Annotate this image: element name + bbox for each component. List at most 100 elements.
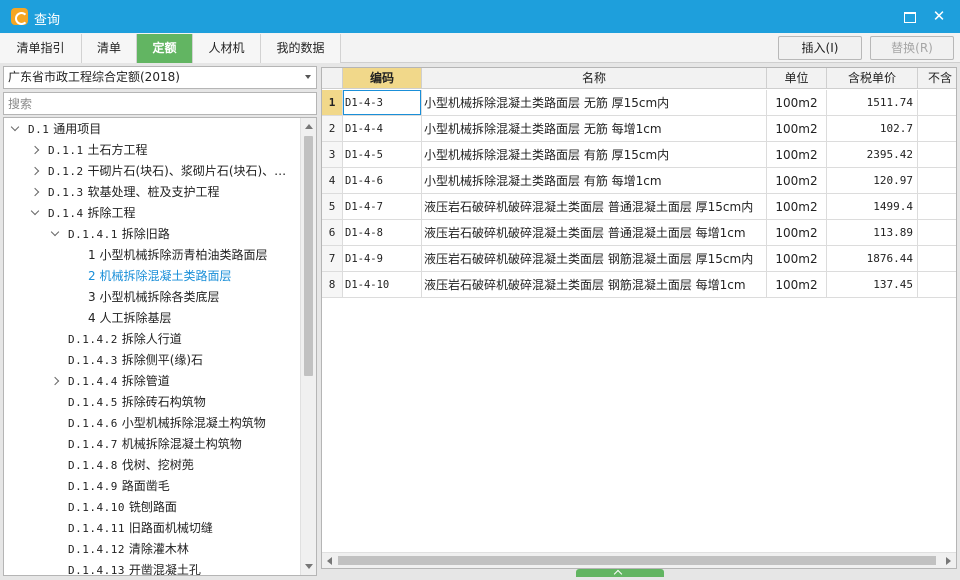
cell-unit[interactable]: 100m2: [767, 272, 827, 298]
cell-price-excl-tax[interactable]: [918, 272, 956, 298]
tree-leaf[interactable]: 3 小型机械拆除各类底层: [4, 287, 300, 308]
tree-node[interactable]: D.1.4.12 清除灌木林: [4, 539, 300, 560]
tree-node[interactable]: D.1.4.3 拆除侧平(缘)石: [4, 350, 300, 371]
row-number[interactable]: 8: [322, 272, 343, 298]
cell-name[interactable]: 小型机械拆除混凝土类路面层 无筋 厚15cm内: [422, 90, 767, 116]
cell-name[interactable]: 小型机械拆除混凝土类路面层 有筋 厚15cm内: [422, 142, 767, 168]
insert-button[interactable]: 插入(I): [778, 36, 862, 60]
row-number[interactable]: 3: [322, 142, 343, 168]
cell-price[interactable]: 102.7: [827, 116, 918, 142]
tree-vertical-scrollbar[interactable]: [300, 118, 316, 575]
row-number[interactable]: 1: [322, 90, 343, 116]
tree-node[interactable]: D.1.4.4 拆除管道: [4, 371, 300, 392]
chevron-down-icon[interactable]: [30, 206, 40, 216]
cell-price-excl-tax[interactable]: [918, 116, 956, 142]
scroll-thumb[interactable]: [304, 136, 313, 376]
tab-labor-material-machine[interactable]: 人材机: [193, 34, 261, 63]
cell-code[interactable]: D1-4-6: [343, 168, 422, 194]
column-header-code[interactable]: 编码: [343, 68, 422, 89]
cell-unit[interactable]: 100m2: [767, 194, 827, 220]
row-number[interactable]: 7: [322, 246, 343, 272]
cell-code[interactable]: D1-4-5: [343, 142, 422, 168]
tree-node[interactable]: D.1.4.1 拆除旧路: [4, 224, 300, 245]
tree-node[interactable]: D.1.3 软基处理、桩及支护工程: [4, 182, 300, 203]
scroll-right-icon[interactable]: [946, 557, 951, 565]
cell-code[interactable]: D1-4-7: [343, 194, 422, 220]
cell-price-excl-tax[interactable]: [918, 194, 956, 220]
cell-code[interactable]: D1-4-9: [343, 246, 422, 272]
tab-list[interactable]: 清单: [82, 34, 137, 63]
cell-code[interactable]: D1-4-8: [343, 220, 422, 246]
replace-button[interactable]: 替换(R): [870, 36, 954, 60]
tree-node[interactable]: D.1.4.8 伐树、挖树蔸: [4, 455, 300, 476]
tree-node[interactable]: D.1.4.5 拆除砖石构筑物: [4, 392, 300, 413]
tree-node[interactable]: D.1.4.6 小型机械拆除混凝土构筑物: [4, 413, 300, 434]
chevron-right-icon[interactable]: [30, 166, 40, 176]
cell-price[interactable]: 1876.44: [827, 246, 918, 272]
cell-unit[interactable]: 100m2: [767, 168, 827, 194]
cell-unit[interactable]: 100m2: [767, 90, 827, 116]
panel-collapse-toggle[interactable]: [576, 569, 664, 577]
cell-unit[interactable]: 100m2: [767, 220, 827, 246]
row-number[interactable]: 2: [322, 116, 343, 142]
cell-price-excl-tax[interactable]: [918, 142, 956, 168]
tree-node[interactable]: D.1 通用项目: [4, 119, 300, 140]
cell-price-excl-tax[interactable]: [918, 246, 956, 272]
chevron-down-icon[interactable]: [50, 227, 60, 237]
cell-price[interactable]: 120.97: [827, 168, 918, 194]
cell-unit[interactable]: 100m2: [767, 116, 827, 142]
column-header-tax-price[interactable]: 含税单价: [827, 68, 918, 89]
cell-price[interactable]: 137.45: [827, 272, 918, 298]
chevron-right-icon[interactable]: [30, 187, 40, 197]
tree-node[interactable]: D.1.4.9 路面凿毛: [4, 476, 300, 497]
tab-quota[interactable]: 定额: [137, 34, 193, 63]
cell-name[interactable]: 液压岩石破碎机破碎混凝土类面层 普通混凝土面层 每增1cm: [422, 220, 767, 246]
tab-my-data[interactable]: 我的数据: [261, 34, 341, 63]
tree-node[interactable]: D.1.2 干砌片石(块石)、浆砌片石(块石)、…: [4, 161, 300, 182]
cell-name[interactable]: 小型机械拆除混凝土类路面层 无筋 每增1cm: [422, 116, 767, 142]
close-icon[interactable]: ✕: [928, 6, 950, 26]
row-number[interactable]: 6: [322, 220, 343, 246]
chevron-right-icon[interactable]: [50, 376, 60, 386]
tree-node[interactable]: D.1.4.2 拆除人行道: [4, 329, 300, 350]
row-number[interactable]: 5: [322, 194, 343, 220]
cell-price-excl-tax[interactable]: [918, 90, 956, 116]
scroll-thumb[interactable]: [338, 556, 936, 565]
cell-name[interactable]: 液压岩石破碎机破碎混凝土类面层 普通混凝土面层 厚15cm内: [422, 194, 767, 220]
row-number[interactable]: 4: [322, 168, 343, 194]
cell-price-excl-tax[interactable]: [918, 168, 956, 194]
tree-node[interactable]: D.1.1 土石方工程: [4, 140, 300, 161]
cell-price[interactable]: 1511.74: [827, 90, 918, 116]
grid-horizontal-scrollbar[interactable]: [322, 552, 956, 568]
cell-unit[interactable]: 100m2: [767, 142, 827, 168]
tree-leaf-selected[interactable]: 2 机械拆除混凝土类路面层: [4, 266, 300, 287]
column-header-unit[interactable]: 单位: [767, 68, 827, 89]
tree-node[interactable]: D.1.4.10 铣刨路面: [4, 497, 300, 518]
cell-price[interactable]: 113.89: [827, 220, 918, 246]
tree-node[interactable]: D.1.4.11 旧路面机械切缝: [4, 518, 300, 539]
cell-code[interactable]: D1-4-10: [343, 272, 422, 298]
tree-node[interactable]: D.1.4 拆除工程: [4, 203, 300, 224]
search-input[interactable]: [3, 92, 317, 115]
maximize-icon[interactable]: [898, 6, 920, 26]
cell-code[interactable]: D1-4-4: [343, 116, 422, 142]
scroll-up-icon[interactable]: [305, 124, 313, 129]
tree-leaf[interactable]: 4 人工拆除基层: [4, 308, 300, 329]
tab-list-guide[interactable]: 清单指引: [0, 34, 82, 63]
chevron-right-icon[interactable]: [30, 145, 40, 155]
column-header-price-excl-tax[interactable]: 不含: [918, 68, 956, 89]
cell-name[interactable]: 小型机械拆除混凝土类路面层 有筋 每增1cm: [422, 168, 767, 194]
tree-node[interactable]: D.1.4.13 开凿混凝土孔: [4, 560, 300, 575]
scroll-down-icon[interactable]: [305, 564, 313, 569]
cell-unit[interactable]: 100m2: [767, 246, 827, 272]
cell-price[interactable]: 1499.4: [827, 194, 918, 220]
scroll-left-icon[interactable]: [327, 557, 332, 565]
chevron-down-icon[interactable]: [10, 122, 20, 132]
cell-price-excl-tax[interactable]: [918, 220, 956, 246]
cell-code[interactable]: D1-4-3: [343, 90, 422, 116]
column-header-name[interactable]: 名称: [422, 68, 767, 89]
cell-name[interactable]: 液压岩石破碎机破碎混凝土类面层 钢筋混凝土面层 厚15cm内: [422, 246, 767, 272]
tree-node[interactable]: D.1.4.7 机械拆除混凝土构筑物: [4, 434, 300, 455]
cell-name[interactable]: 液压岩石破碎机破碎混凝土类面层 钢筋混凝土面层 每增1cm: [422, 272, 767, 298]
tree-leaf[interactable]: 1 小型机械拆除沥青柏油类路面层: [4, 245, 300, 266]
